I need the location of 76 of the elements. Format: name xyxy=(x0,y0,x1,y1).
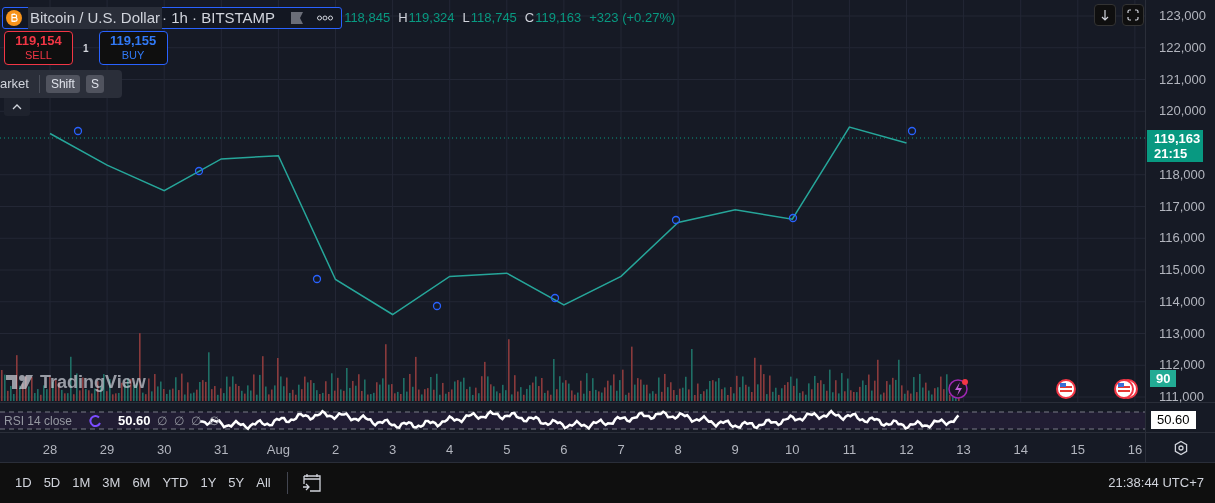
price-label: 121,000 xyxy=(1159,71,1206,88)
date-label: 7 xyxy=(616,441,626,459)
ohlc-value: 118,845 xyxy=(344,9,391,28)
date-label: 12 xyxy=(898,441,915,459)
fullscreen-icon xyxy=(1127,9,1139,21)
range-button[interactable]: 1D xyxy=(9,470,38,496)
date-label: 4 xyxy=(445,441,455,459)
date-label: 14 xyxy=(1012,441,1029,459)
price-label: 116,000 xyxy=(1159,230,1206,247)
price-label: 113,000 xyxy=(1159,325,1206,342)
flag-icon[interactable] xyxy=(1056,379,1076,399)
buy-button[interactable]: 119,155 BUY xyxy=(98,31,168,65)
range-button[interactable]: 1M xyxy=(66,470,97,496)
calendar-icon xyxy=(301,473,322,493)
price-label: 123,000 xyxy=(1159,8,1206,24)
symbol-name: Bitcoin / U.S. Dollar xyxy=(28,6,163,30)
flag-icon[interactable] xyxy=(1114,379,1138,399)
collapse-button[interactable] xyxy=(4,98,30,116)
more-icon[interactable] xyxy=(317,15,334,21)
logo-icon xyxy=(6,374,36,390)
date-label: 6 xyxy=(559,441,569,459)
key-cap: Shift xyxy=(45,75,80,93)
indicator-value: 50.60 xyxy=(118,412,151,430)
quantity: 1 xyxy=(83,41,89,56)
date-label: 15 xyxy=(1069,441,1087,459)
range-button[interactable]: 5D xyxy=(37,470,67,496)
indicator-badge: 50.60 xyxy=(1151,411,1196,429)
range-button[interactable]: 1Y xyxy=(194,470,223,496)
clock: 21:38:44 UTC+7 xyxy=(1108,474,1204,493)
date-label: 8 xyxy=(673,441,683,459)
range-button[interactable]: 6M xyxy=(126,470,157,496)
current-price-badge: 119,163 21:15 xyxy=(1147,130,1203,162)
scroll-to-latest-button[interactable] xyxy=(1094,4,1116,26)
settings-icon[interactable] xyxy=(1172,439,1189,456)
ohlc-value: C119,163 xyxy=(524,9,582,28)
arrow-down-icon xyxy=(1101,9,1109,21)
date-label: 31 xyxy=(213,441,230,459)
price-label: 120,000 xyxy=(1159,103,1206,120)
price-label: 118,000 xyxy=(1159,166,1206,183)
symbol-legend[interactable]: Bitcoin / U.S. Dollar· 1h · BITSTAMP xyxy=(2,7,343,29)
price-label: 117,000 xyxy=(1159,198,1206,215)
date-label: 28 xyxy=(41,441,59,459)
lightning-icon[interactable] xyxy=(948,379,968,399)
interval-exchange: · 1h · BITSTAMP xyxy=(162,7,276,28)
range-button[interactable]: 5Y xyxy=(222,470,251,496)
ohlc-value: L118,745 xyxy=(462,9,517,28)
chevron-up-icon xyxy=(12,104,22,110)
range-button[interactable]: 3M xyxy=(96,470,127,496)
date-label: 16 xyxy=(1126,441,1144,459)
date-label: 5 xyxy=(502,441,512,459)
loading-icon xyxy=(88,413,103,428)
indicator-values: ∅ ∅ ∅ ∅ xyxy=(156,412,221,430)
sell-button[interactable]: 119,154 SELL xyxy=(4,31,73,65)
bitcoin-icon xyxy=(6,10,22,26)
date-label: 29 xyxy=(98,441,116,459)
date-label: 2 xyxy=(330,441,341,459)
price-label: 111,000 xyxy=(1159,389,1205,405)
date-label: 9 xyxy=(730,441,740,459)
price-label: 122,000 xyxy=(1159,39,1206,56)
date-label: 30 xyxy=(155,441,173,459)
date-label: 13 xyxy=(955,441,972,459)
range-button[interactable]: All xyxy=(250,470,277,496)
date-label: 10 xyxy=(784,441,801,459)
ohlc-value: H119,324 xyxy=(398,9,455,28)
indicator-title: RSI 14 close xyxy=(4,412,73,430)
tooltip-text: arket xyxy=(0,75,29,94)
key-cap: S xyxy=(85,75,104,93)
price-label: 114,000 xyxy=(1159,293,1206,310)
range-button[interactable]: YTD xyxy=(156,470,195,496)
fullscreen-button[interactable] xyxy=(1122,4,1144,26)
volume-badge: 90 xyxy=(1150,370,1177,387)
date-label: Aug xyxy=(265,441,291,459)
price-label: 115,000 xyxy=(1159,262,1206,278)
date-label: 11 xyxy=(841,441,858,459)
price-change: +323 (+0.27%) xyxy=(589,9,676,28)
date-label: 3 xyxy=(387,441,398,459)
